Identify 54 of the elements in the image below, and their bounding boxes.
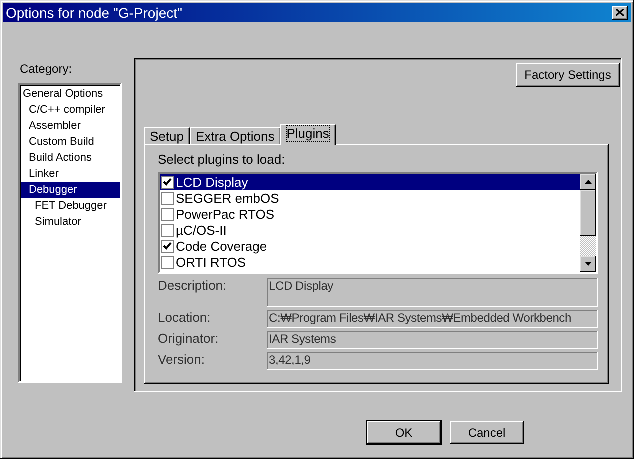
tab[interactable]: Extra Options (190, 127, 281, 145)
dialog-button[interactable]: OK (367, 421, 441, 444)
plugin-name: LCD Display (175, 174, 248, 190)
checkbox[interactable] (161, 176, 174, 188)
readonly-field: C:₩Program Files₩IAR Systems₩Embedded Workbench (267, 310, 598, 328)
plugin-name: SEGGER embOS (175, 190, 280, 206)
check-icon (163, 178, 172, 186)
field-label: Location: (158, 310, 212, 327)
checkbox[interactable] (161, 240, 174, 252)
tree-item[interactable]: Simulator (21, 214, 120, 230)
up-arrow-icon (584, 180, 592, 184)
plugin-name: PowerPac RTOS (175, 206, 275, 222)
plugin-row[interactable]: Code Coverage (160, 238, 580, 254)
down-arrow-icon (584, 262, 592, 266)
plugins-label: Select plugins to load: (158, 153, 286, 167)
tree-item[interactable]: Custom Build (21, 134, 120, 150)
tree-item[interactable]: FET Debugger (21, 198, 120, 214)
plugin-row[interactable]: PowerPac RTOS (160, 206, 580, 222)
field-label: Version: (158, 352, 206, 369)
plugin-row[interactable]: LCD Display (160, 174, 580, 190)
readonly-field: IAR Systems (267, 331, 598, 349)
tree-item[interactable]: Assembler (21, 118, 120, 134)
close-button[interactable] (612, 6, 628, 20)
plugin-row[interactable]: SEGGER embOS (160, 190, 580, 206)
field-label: Description: (158, 278, 228, 295)
tree-item[interactable]: Debugger (21, 182, 120, 198)
plugin-row[interactable]: µC/OS-II (160, 222, 580, 238)
tree-item[interactable]: Linker (21, 166, 120, 182)
tree-item[interactable]: General Options (21, 86, 120, 102)
factory-settings-button[interactable]: Factory Settings (516, 63, 620, 87)
readonly-field: 3,42,1,9 (267, 352, 598, 370)
dialog-button[interactable]: Cancel (450, 421, 524, 444)
checkbox[interactable] (161, 192, 174, 204)
checkbox[interactable] (161, 224, 174, 236)
plugin-name: µC/OS-II (175, 222, 227, 238)
tab[interactable]: Setup (144, 127, 190, 145)
tab[interactable]: Plugins (280, 124, 336, 145)
check-icon (163, 242, 172, 250)
plugin-name: Code Coverage (175, 238, 268, 254)
checkbox[interactable] (161, 256, 174, 268)
plugin-row[interactable]: ORTI RTOS (160, 254, 580, 270)
window-title: Options for node "G-Project" (6, 4, 182, 20)
scroll-up-button[interactable] (580, 174, 596, 190)
tree-item[interactable]: C/C++ compiler (21, 102, 120, 118)
scroll-thumb[interactable] (580, 190, 596, 236)
category-label: Category: (20, 62, 74, 76)
field-label: Originator: (158, 331, 220, 348)
tree-item[interactable]: Build Actions (21, 150, 120, 166)
plugin-name: ORTI RTOS (175, 254, 246, 270)
readonly-field: LCD Display (267, 278, 598, 307)
close-icon (616, 9, 624, 16)
scrollbar[interactable] (580, 174, 596, 272)
scroll-down-button[interactable] (580, 256, 596, 272)
checkbox[interactable] (161, 208, 174, 220)
